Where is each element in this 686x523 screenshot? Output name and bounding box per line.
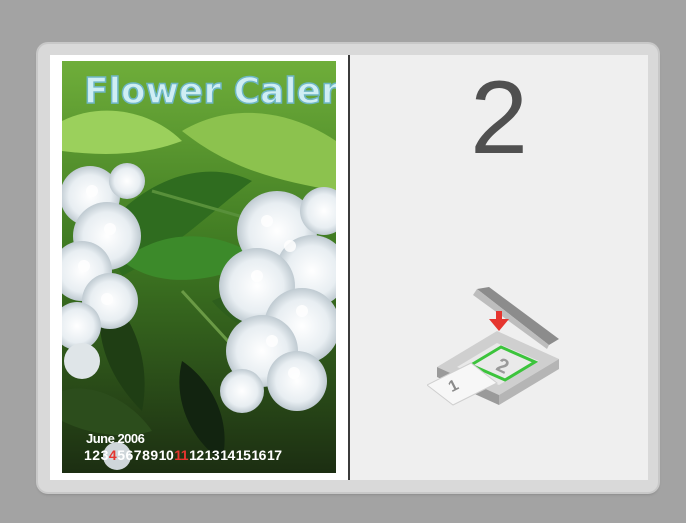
calendar-day: 1 xyxy=(84,447,92,463)
scan-preview-frame: Flower Calend June 2006 1234567891011121… xyxy=(38,44,658,492)
calendar-day: 8 xyxy=(142,447,150,463)
calendar-day: 10 xyxy=(158,447,174,463)
calendar-day: 5 xyxy=(117,447,125,463)
scanner-place-document-icon: 2 1 xyxy=(426,287,567,422)
hydrangea-photo: Flower Calend June 2006 1234567891011121… xyxy=(62,61,336,473)
calendar-day: 15 xyxy=(235,447,251,463)
calendar-day: 13 xyxy=(204,447,220,463)
calendar-day: 16 xyxy=(251,447,266,463)
preview-area: Flower Calend June 2006 1234567891011121… xyxy=(50,55,648,480)
calendar-day: 7 xyxy=(133,447,142,463)
flower-image xyxy=(62,61,336,473)
calendar-days: 1234567891011121314151617 xyxy=(84,447,283,463)
calendar-day: 17 xyxy=(266,447,282,463)
calendar-day: 12 xyxy=(189,447,204,463)
calendar-day: 14 xyxy=(220,447,235,463)
calendar-day: 3 xyxy=(100,447,109,463)
calendar-day: 4 xyxy=(108,447,117,463)
calendar-month: June 2006 xyxy=(86,431,145,446)
calendar-day: 2 xyxy=(92,447,100,463)
calendar-day: 9 xyxy=(150,447,158,463)
calendar-title: Flower Calend xyxy=(83,70,336,113)
empty-page-slot: 2 2 1 xyxy=(350,55,648,480)
calendar-day: 11 xyxy=(174,447,189,463)
scanned-page-preview: Flower Calend June 2006 1234567891011121… xyxy=(50,55,348,480)
calendar-day: 6 xyxy=(125,447,133,463)
page-number: 2 xyxy=(470,60,528,176)
